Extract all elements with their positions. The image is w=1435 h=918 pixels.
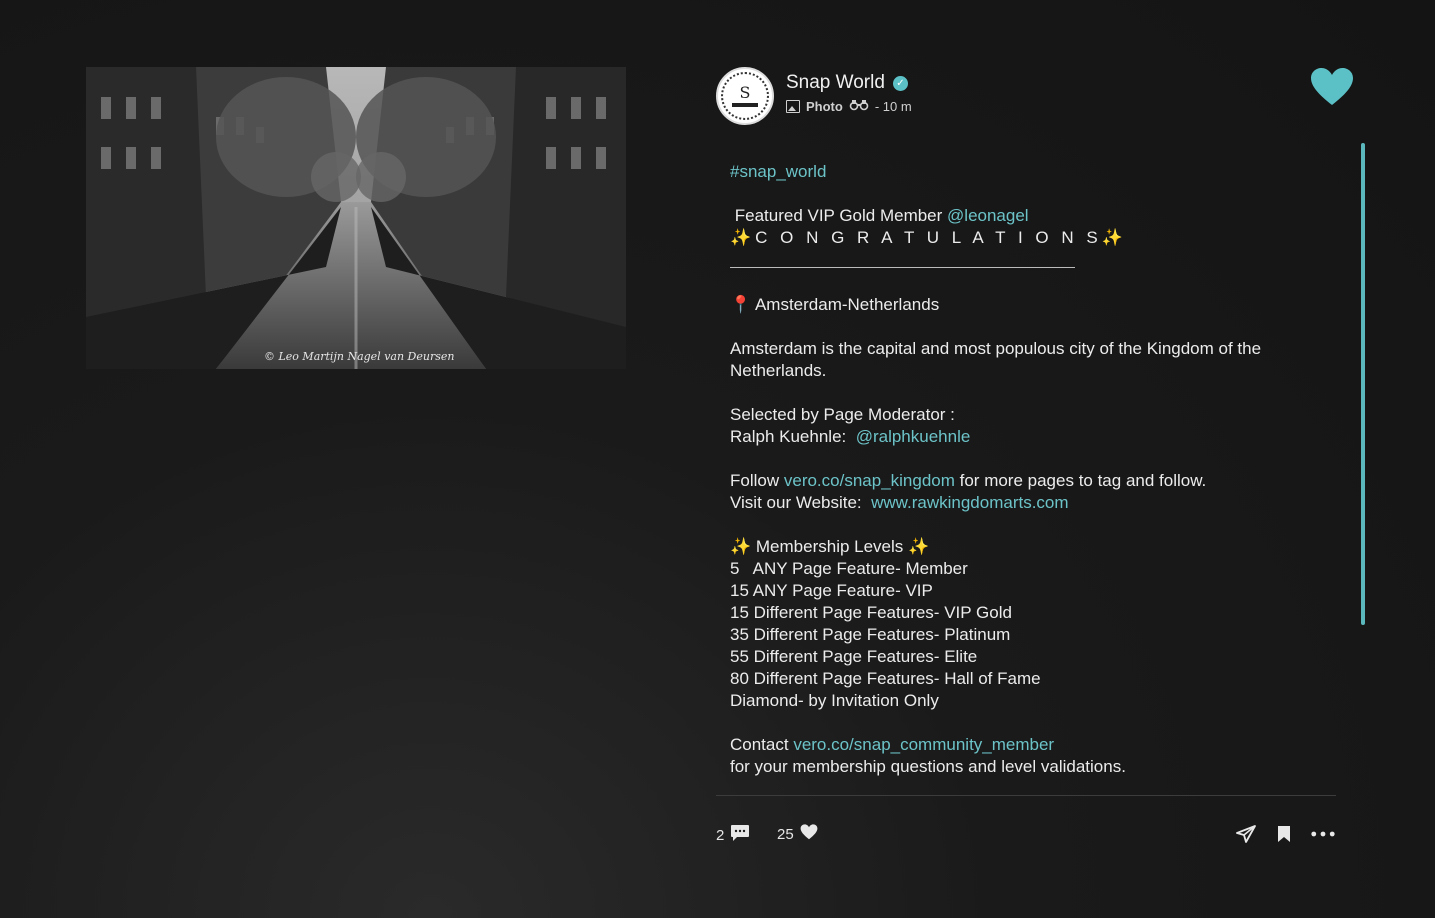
post-time: - 10 m xyxy=(874,99,912,114)
caption-scrollbar[interactable] xyxy=(1361,143,1365,625)
post-type: Photo xyxy=(806,99,843,114)
contact-link[interactable]: vero.co/snap_community_member xyxy=(793,735,1054,754)
moderator-name: Ralph Kuehnle: xyxy=(730,427,856,446)
photo-type-icon xyxy=(786,100,800,113)
selected-by-text: Selected by Page Moderator : xyxy=(730,405,955,424)
follow-prefix: Follow xyxy=(730,471,784,490)
featured-handle-link[interactable]: @leonagel xyxy=(947,206,1029,225)
follow-suffix: for more pages to tag and follow. xyxy=(954,471,1207,490)
author-name[interactable]: Snap World xyxy=(786,72,885,94)
level-item: 15 Different Page Features- VIP Gold xyxy=(730,603,1012,622)
like-heart-icon[interactable] xyxy=(1310,67,1354,107)
website-prefix: Visit our Website: xyxy=(730,493,872,512)
contact-suffix: for your membership questions and level … xyxy=(730,757,1126,776)
footer-divider xyxy=(716,795,1336,796)
moderator-handle-link[interactable]: @ralphkuehnle xyxy=(856,427,971,446)
like-count: 25 xyxy=(777,825,794,843)
share-icon[interactable] xyxy=(1234,822,1258,846)
verified-icon: ✓ xyxy=(892,75,908,91)
follow-link[interactable]: vero.co/snap_kingdom xyxy=(784,471,955,490)
website-link[interactable]: www.rawkingdomarts.com xyxy=(871,493,1068,512)
comments-button[interactable]: 2 xyxy=(716,824,750,846)
bookmark-icon[interactable] xyxy=(1272,822,1296,846)
level-item: 15 ANY Page Feature- VIP xyxy=(730,581,933,600)
location-text: 📍 Amsterdam-Netherlands xyxy=(730,295,940,314)
level-item: Diamond- by Invitation Only xyxy=(730,691,939,710)
more-options-icon[interactable] xyxy=(1311,822,1335,846)
comment-count: 2 xyxy=(716,826,725,844)
heart-icon xyxy=(800,824,818,844)
post-photo[interactable]: © Leo Martijn Nagel van Deursen xyxy=(86,67,626,369)
congrats-text: ✨C O N G R A T U L A T I O N S✨ xyxy=(730,228,1127,247)
membership-title: ✨ Membership Levels ✨ xyxy=(730,537,930,556)
featured-text: Featured VIP Gold Member xyxy=(734,206,948,225)
avatar[interactable]: S xyxy=(716,67,774,125)
binoculars-icon xyxy=(849,99,869,114)
likes-button[interactable]: 25 xyxy=(777,824,818,844)
author-info: Snap World ✓ Photo - 10 m xyxy=(786,72,912,114)
level-item: 80 Different Page Features- Hall of Fame xyxy=(730,669,1041,688)
post-footer: 2 25 xyxy=(716,822,1336,846)
contact-prefix: Contact xyxy=(730,735,794,754)
hashtag-link[interactable]: #snap_world xyxy=(730,162,826,181)
post-caption: #snap_world Featured VIP Gold Member @le… xyxy=(730,161,1330,778)
comment-icon xyxy=(730,824,750,846)
level-item: 35 Different Page Features- Platinum xyxy=(730,625,1011,644)
level-item: 55 Different Page Features- Elite xyxy=(730,647,978,666)
photo-watermark: © Leo Martijn Nagel van Deursen xyxy=(264,350,455,363)
level-item: 5 ANY Page Feature- Member xyxy=(730,559,968,578)
description-text: Amsterdam is the capital and most populo… xyxy=(730,339,1262,380)
